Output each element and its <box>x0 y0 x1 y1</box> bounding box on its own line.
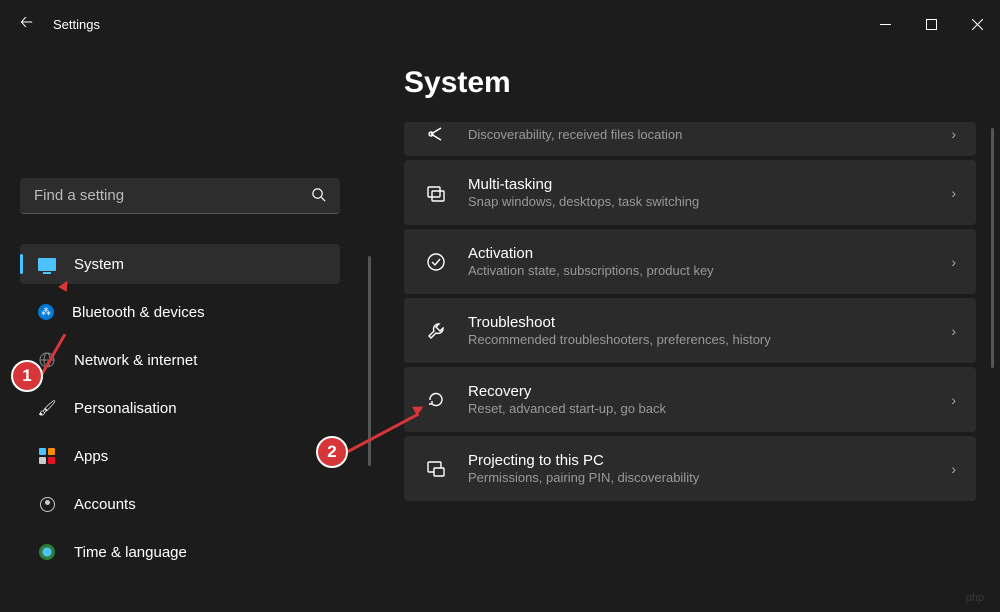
card-title: Multi-tasking <box>468 176 931 193</box>
recovery-icon <box>424 390 448 410</box>
back-button[interactable]: 🡠 <box>20 11 33 38</box>
sidebar-item-bluetooth[interactable]: ⁂ Bluetooth & devices <box>20 292 340 332</box>
watermark: php <box>966 592 984 604</box>
close-button[interactable] <box>954 8 1000 40</box>
bluetooth-icon: ⁂ <box>38 304 54 320</box>
maximize-button[interactable] <box>908 8 954 40</box>
chevron-right-icon: › <box>951 254 956 270</box>
main-scrollbar[interactable] <box>991 128 994 368</box>
troubleshoot-icon <box>424 321 448 341</box>
card-title: Recovery <box>468 383 931 400</box>
brush-icon: 🖌 <box>38 399 56 417</box>
sidebar-scrollbar[interactable] <box>368 256 371 466</box>
sidebar-item-system[interactable]: System <box>20 244 340 284</box>
maximize-icon <box>926 19 937 30</box>
sidebar-item-apps[interactable]: Apps <box>20 436 340 476</box>
search-box[interactable] <box>20 178 340 214</box>
activation-card[interactable]: Activation Activation state, subscriptio… <box>404 229 976 294</box>
projecting-card[interactable]: Projecting to this PC Permissions, pairi… <box>404 436 976 501</box>
system-icon <box>38 255 56 273</box>
annotation-badge-1: 1 <box>11 360 43 392</box>
account-area <box>20 58 340 178</box>
card-title: Activation <box>468 245 931 262</box>
sidebar-item-label: Accounts <box>74 496 136 513</box>
multitasking-card[interactable]: Multi-tasking Snap windows, desktops, ta… <box>404 160 976 225</box>
multitask-icon <box>424 183 448 203</box>
nearby-sharing-card[interactable]: Discoverability, received files location… <box>404 122 976 156</box>
search-icon <box>311 187 326 205</box>
chevron-right-icon: › <box>951 323 956 339</box>
sidebar-item-label: System <box>74 256 124 273</box>
activation-icon <box>424 252 448 272</box>
close-icon <box>972 19 983 30</box>
apps-icon <box>38 447 56 465</box>
window-controls <box>862 8 1000 40</box>
chevron-right-icon: › <box>951 461 956 477</box>
sidebar-item-label: Apps <box>74 448 108 465</box>
sidebar-item-label: Bluetooth & devices <box>72 304 205 321</box>
accounts-icon <box>38 495 56 513</box>
main-content: System Discoverability, received files l… <box>360 48 1000 612</box>
card-subtitle: Discoverability, received files location <box>468 127 931 142</box>
sidebar-item-time[interactable]: Time & language <box>20 532 340 572</box>
sidebar-item-label: Network & internet <box>74 352 197 369</box>
card-subtitle: Snap windows, desktops, task switching <box>468 194 931 209</box>
troubleshoot-card[interactable]: Troubleshoot Recommended troubleshooters… <box>404 298 976 363</box>
nav-list: System ⁂ Bluetooth & devices Network & i… <box>20 244 340 572</box>
sidebar: System ⁂ Bluetooth & devices Network & i… <box>0 48 360 612</box>
minimize-button[interactable] <box>862 8 908 40</box>
chevron-right-icon: › <box>951 392 956 408</box>
chevron-right-icon: › <box>951 126 956 142</box>
card-title: Troubleshoot <box>468 314 931 331</box>
card-subtitle: Reset, advanced start-up, go back <box>468 401 931 416</box>
page-title: System <box>404 66 976 100</box>
share-icon <box>424 124 448 144</box>
card-subtitle: Activation state, subscriptions, product… <box>468 263 931 278</box>
sidebar-item-personalisation[interactable]: 🖌 Personalisation <box>20 388 340 428</box>
search-input[interactable] <box>34 187 311 204</box>
projecting-icon <box>424 459 448 479</box>
sidebar-item-label: Time & language <box>74 544 187 561</box>
card-title: Projecting to this PC <box>468 452 931 469</box>
time-icon <box>38 543 56 561</box>
annotation-badge-2: 2 <box>316 436 348 468</box>
sidebar-item-network[interactable]: Network & internet <box>20 340 340 380</box>
chevron-right-icon: › <box>951 185 956 201</box>
sidebar-item-accounts[interactable]: Accounts <box>20 484 340 524</box>
title-bar: 🡠 Settings <box>0 0 1000 48</box>
sidebar-item-label: Personalisation <box>74 400 177 417</box>
minimize-icon <box>880 24 891 25</box>
recovery-card[interactable]: Recovery Reset, advanced start-up, go ba… <box>404 367 976 432</box>
card-subtitle: Permissions, pairing PIN, discoverabilit… <box>468 470 931 485</box>
card-subtitle: Recommended troubleshooters, preferences… <box>468 332 931 347</box>
app-title: Settings <box>53 17 100 32</box>
